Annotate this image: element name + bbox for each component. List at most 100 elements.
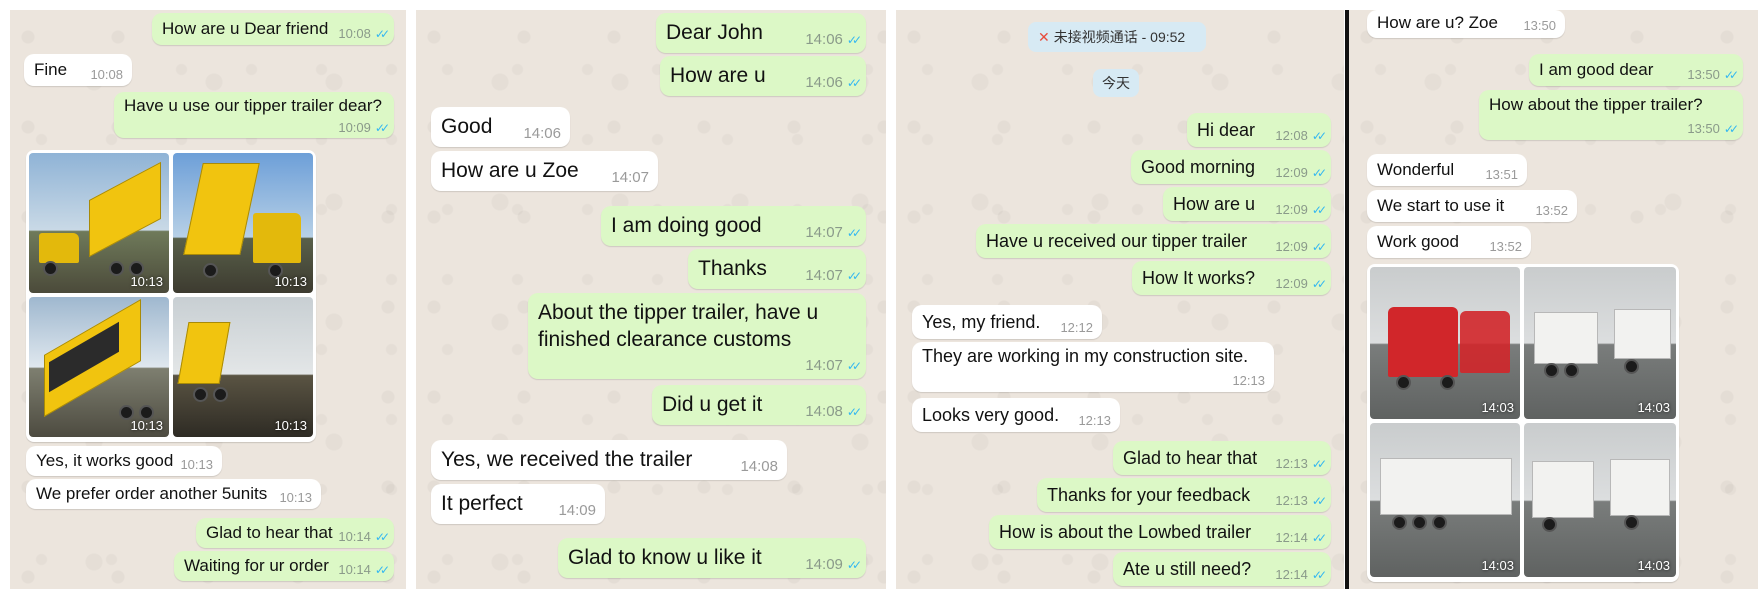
message-text: Glad to hear that [206,523,333,542]
double-check-icon: ✓✓ [1311,568,1327,582]
message-text: Thanks [698,257,767,280]
message-bubble[interactable]: Glad to hear that 10:14 ✓✓ [196,518,394,548]
message-bubble[interactable]: About the tipper trailer, have u finishe… [528,293,866,379]
message-bubble[interactable]: Looks very good. 12:13 [912,398,1120,432]
message-time: 12:08 [1275,128,1308,143]
message-time: 14:06 [805,74,843,91]
message-bubble[interactable]: Ate u still need? 12:14 ✓✓ [1113,552,1331,586]
message-bubble[interactable]: Have u use our tipper trailer dear? 10:0… [114,92,394,138]
message-bubble[interactable]: Fine 10:08 [24,54,132,86]
message-bubble[interactable]: Thanks 14:07 ✓✓ [688,249,866,289]
message-time: 13:52 [1489,239,1522,254]
message-time: 12:09 [1275,202,1308,217]
message-time: 10:13 [279,490,312,505]
message-time: 14:07 [805,357,843,374]
message-text: Good morning [1141,157,1256,177]
photo-album[interactable]: 10:13 10:13 10:13 10:13 [26,150,316,442]
double-check-icon: ✓✓ [1311,494,1327,508]
message-text: How are u? Zoe [1377,13,1498,32]
message-time: 14:07 [611,169,649,186]
message-bubble[interactable]: How are u 12:09 ✓✓ [1163,187,1331,221]
date-divider: 今天 [1093,69,1139,97]
chat-panel-2: Dear John 14:06 ✓✓ How are u 14:06 ✓✓ Good… [416,10,886,589]
message-text: Good [441,115,493,138]
message-text: They are working in my construction site… [922,346,1249,366]
chat-panel-1: How are u Dear friend 10:08 ✓✓ Fine 10:08… [10,10,406,589]
message-time: 10:13 [180,457,213,472]
message-bubble[interactable]: Work good 13:52 [1367,226,1531,258]
message-time: 12:12 [1060,320,1093,335]
message-bubble[interactable]: Good 14:06 [431,107,570,147]
photo-time: 10:13 [130,418,163,433]
message-text: Glad to hear that [1123,448,1258,468]
message-time: 13:52 [1535,203,1568,218]
photo-tipper-trailer[interactable]: 10:13 [173,297,313,437]
photo-tipper-trailer[interactable]: 10:13 [29,297,169,437]
message-bubble[interactable]: How are u? Zoe 13:50 [1367,10,1565,38]
message-bubble[interactable]: How are u Zoe 14:07 [431,151,658,191]
photo-truck-heads[interactable]: 14:03 [1370,267,1520,419]
message-time: 13:50 [1523,18,1556,33]
photo-album[interactable]: 14:03 14:03 14:03 14:03 [1367,264,1679,582]
message-text: Dear John [666,21,763,44]
message-bubble[interactable]: Wonderful 13:51 [1367,154,1527,186]
message-text: Have u received our tipper trailer [986,231,1248,251]
message-text: Hi dear [1197,120,1256,140]
message-bubble[interactable]: We prefer order another 5units 10:13 [26,479,321,509]
message-text: Thanks for your feedback [1047,485,1251,505]
message-time: 12:09 [1275,165,1308,180]
chat-panel-4: How are u? Zoe 13:50 I am good dear 13:5… [1349,10,1758,589]
message-bubble[interactable]: How are u 14:06 ✓✓ [660,56,866,96]
message-text: We prefer order another 5units [36,484,268,503]
missed-call-notice[interactable]: ✕ 未接视频通话 - 09:52 [1028,22,1206,52]
message-text: How are u [670,64,766,87]
message-text: How It works? [1142,268,1256,288]
photo-tipper-trailer[interactable]: 10:13 [29,153,169,293]
message-text: How is about the Lowbed trailer [999,522,1252,542]
message-bubble[interactable]: They are working in my construction site… [912,342,1274,392]
message-bubble[interactable]: Hi dear 12:08 ✓✓ [1187,113,1331,147]
message-bubble[interactable]: Yes, it works good 10:13 [26,446,222,476]
double-check-icon: ✓✓ [1311,277,1327,291]
double-check-icon: ✓✓ [1723,68,1739,82]
message-bubble[interactable]: Thanks for your feedback 12:13 ✓✓ [1037,478,1331,512]
message-bubble[interactable]: How are u Dear friend 10:08 ✓✓ [152,13,394,45]
message-time: 12:13 [1275,456,1308,471]
double-check-icon: ✓✓ [374,563,390,577]
message-bubble[interactable]: How is about the Lowbed trailer 12:14 ✓✓ [989,515,1331,549]
photo-time: 10:13 [130,274,163,289]
photo-tipper-trailer[interactable]: 14:03 [1524,267,1676,419]
photo-time: 14:03 [1637,400,1670,415]
message-bubble[interactable]: How about the tipper trailer? 13:50 ✓✓ [1479,90,1743,140]
message-text: I am good dear [1539,60,1654,79]
message-bubble[interactable]: Dear John 14:06 ✓✓ [656,13,866,53]
photo-tipper-trailer[interactable]: 14:03 [1524,423,1676,577]
message-bubble[interactable]: We start to use it 13:52 [1367,190,1577,222]
message-time: 14:06 [523,125,561,142]
double-check-icon: ✓✓ [846,226,862,240]
message-bubble[interactable]: Yes, we received the trailer 14:08 [431,440,787,480]
message-bubble[interactable]: Yes, my friend. 12:12 [912,305,1102,339]
message-bubble[interactable]: Waiting for ur order 10:14 ✓✓ [174,551,394,581]
message-bubble[interactable]: Glad to hear that 12:13 ✓✓ [1113,441,1331,475]
double-check-icon: ✓✓ [374,530,390,544]
message-bubble[interactable]: Have u received our tipper trailer 12:09… [976,224,1331,258]
message-text: Work good [1377,232,1459,251]
message-text: Looks very good. [922,405,1060,425]
double-check-icon: ✓✓ [846,405,862,419]
message-bubble[interactable]: Did u get it 14:08 ✓✓ [652,385,866,425]
missed-video-call-icon: ✕ [1038,29,1050,45]
message-time: 14:08 [805,403,843,420]
message-bubble[interactable]: Good morning 12:09 ✓✓ [1131,150,1331,184]
message-text: About the tipper trailer, have u [538,301,819,324]
message-bubble[interactable]: How It works? 12:09 ✓✓ [1132,261,1331,295]
message-bubble[interactable]: Glad to know u like it 14:09 ✓✓ [558,538,866,578]
message-bubble[interactable]: I am good dear 13:50 ✓✓ [1529,54,1743,86]
message-bubble[interactable]: I am doing good 14:07 ✓✓ [601,206,866,246]
message-text: How are u Zoe [441,159,579,182]
photo-tipper-trailer[interactable]: 14:03 [1370,423,1520,577]
double-check-icon: ✓✓ [1723,122,1739,136]
double-check-icon: ✓✓ [1311,457,1327,471]
photo-tipper-trailer[interactable]: 10:13 [173,153,313,293]
message-bubble[interactable]: It perfect 14:09 [431,484,605,524]
